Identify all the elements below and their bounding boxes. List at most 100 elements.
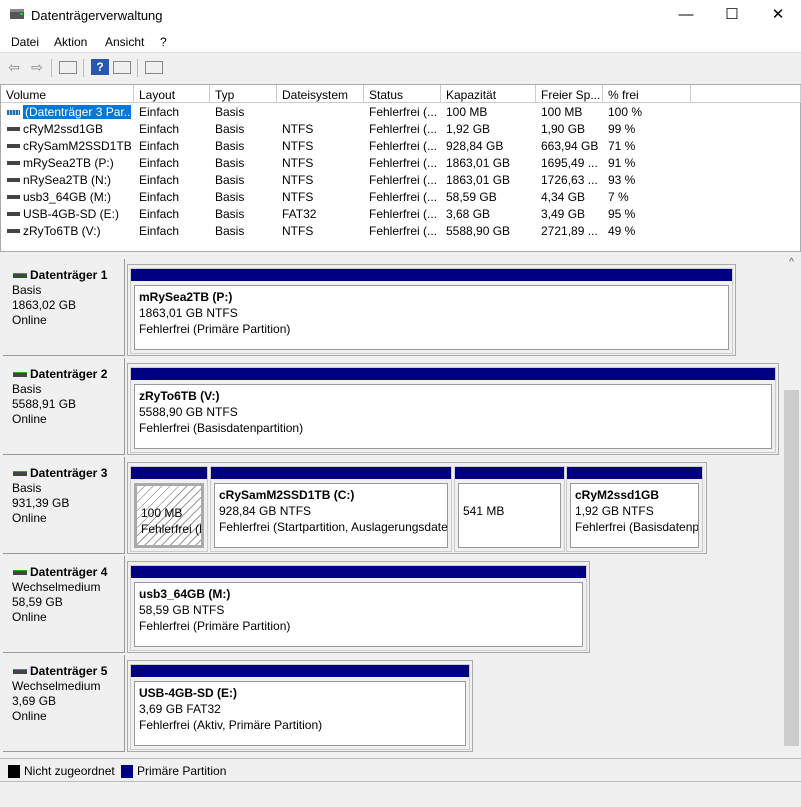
table-cell: Einfach <box>139 156 180 170</box>
table-cell: Einfach <box>139 139 180 153</box>
partition[interactable]: zRyTo6TB (V:) 5588,90 GB NTFS Fehlerfrei (… <box>130 367 776 453</box>
table-cell: Basis <box>215 207 245 221</box>
disk-state: Online <box>12 709 47 723</box>
partition-size: 58,59 GB NTFS <box>139 603 225 617</box>
partition-type-bar <box>131 368 775 380</box>
disk-type: Wechselmedium <box>12 679 101 693</box>
table-cell: Fehlerfrei (... <box>369 190 438 204</box>
partition[interactable]: mRySea2TB (P:) 1863,01 GB NTFS Fehlerfrei … <box>130 268 733 354</box>
forward-arrow-icon[interactable]: ⇨ <box>28 59 46 75</box>
table-cell: 1,90 GB <box>541 122 586 136</box>
partition-body[interactable]: 541 MB <box>458 483 561 548</box>
partition-area: mRySea2TB (P:) 1863,01 GB NTFS Fehlerfrei … <box>127 264 736 356</box>
partition-body[interactable]: usb3_64GB (M:) 58,59 GB NTFS Fehlerfrei (P… <box>134 582 583 647</box>
table-cell: 3,68 GB <box>446 207 491 221</box>
partition-body[interactable]: zRyTo6TB (V:) 5588,90 GB NTFS Fehlerfrei (… <box>134 384 772 449</box>
column-header-6[interactable]: Freier Sp... <box>536 85 603 103</box>
table-cell: Basis <box>215 122 245 136</box>
table-cell: NTFS <box>282 224 314 238</box>
disk-size: 931,39 GB <box>12 496 70 510</box>
disk-type: Basis <box>12 382 42 396</box>
partition-body[interactable]: cRySamM2SSD1TB (C:) 928,84 GB NTFS Fehlerf… <box>214 483 448 548</box>
disk-label[interactable]: Datenträger 5 Wechselmedium 3,69 GB Online <box>3 655 125 752</box>
column-header-3[interactable]: Dateisystem <box>277 85 364 103</box>
action-pane-icon[interactable] <box>113 61 131 74</box>
table-cell: Einfach <box>139 105 180 119</box>
table-cell: NTFS <box>282 122 314 136</box>
disk-label[interactable]: Datenträger 2 Basis 5588,91 GB Online <box>3 358 125 455</box>
partition-status: Fehlerfrei (Startpartition, Auslagerungs… <box>219 520 448 534</box>
disk-label[interactable]: Datenträger 3 Basis 931,39 GB Online <box>3 457 125 554</box>
table-cell: 1863,01 GB <box>446 156 511 170</box>
column-header-0[interactable]: Volume <box>1 85 134 103</box>
menu-help[interactable]: ? <box>160 35 167 49</box>
table-row[interactable]: mRySea2TB (P:) Einfach Basis NTFS Fehlerfrei… <box>1 155 801 172</box>
disk-label[interactable]: Datenträger 1 Basis 1863,02 GB Online <box>3 259 125 356</box>
partition-body[interactable]: USB-4GB-SD (E:) 3,69 GB FAT32 Fehlerfrei (… <box>134 681 466 746</box>
disk-label[interactable]: Datenträger 4 Wechselmedium 58,59 GB Online <box>3 556 125 653</box>
table-row[interactable]: usb3_64GB (M:) Einfach Basis NTFS Fehlerfrei… <box>1 189 801 206</box>
table-row[interactable]: (Datenträger 3 Par... Einfach Basis Fehlerf… <box>1 104 801 121</box>
table-cell: Basis <box>215 190 245 204</box>
table-cell: NTFS <box>282 139 314 153</box>
table-cell: 49 % <box>608 224 636 238</box>
partition-name: zRyTo6TB (V:) <box>139 389 220 403</box>
table-row[interactable]: zRyTo6TB (V:) Einfach Basis NTFS Fehlerfrei … <box>1 223 801 240</box>
menu-bar: Datei Aktion Ansicht ? <box>0 32 801 52</box>
table-row[interactable]: cRyM2ssd1GB Einfach Basis NTFS Fehlerfrei (.… <box>1 121 801 138</box>
disk-state: Online <box>12 511 47 525</box>
table-cell: Basis <box>215 156 245 170</box>
legend-swatch-unallocated <box>8 765 20 778</box>
help-icon[interactable]: ? <box>91 59 109 75</box>
table-cell: Einfach <box>139 224 180 238</box>
table-cell: Einfach <box>139 190 180 204</box>
partition[interactable]: USB-4GB-SD (E:) 3,69 GB FAT32 Fehlerfrei (… <box>130 664 470 750</box>
menu-aktion[interactable]: Aktion <box>54 35 87 49</box>
partition-type-bar <box>131 665 469 677</box>
partition[interactable]: 100 MB Fehlerfrei (EFI-Systempartition) <box>130 466 208 552</box>
partition-status: Fehlerfrei (Basisdatenpartition) <box>575 520 699 534</box>
partition-body[interactable]: mRySea2TB (P:) 1863,01 GB NTFS Fehlerfrei … <box>134 285 729 350</box>
properties-icon[interactable] <box>145 61 163 74</box>
disk-size: 5588,91 GB <box>12 397 77 411</box>
partition-name: cRySamM2SSD1TB (C:) <box>219 488 355 502</box>
disk-row: Datenträger 2 Basis 5588,91 GB Online zRyTo6… <box>3 358 782 455</box>
menu-datei[interactable]: Datei <box>11 35 39 49</box>
back-arrow-icon[interactable]: ⇦ <box>5 59 23 75</box>
partition-body[interactable]: 100 MB Fehlerfrei (EFI-Systempartition) <box>134 483 204 548</box>
volume-list[interactable]: Volume Layout Typ Dateisystem Status Kapazitä… <box>0 84 801 252</box>
table-cell: Einfach <box>139 173 180 187</box>
disk-row: Datenträger 3 Basis 931,39 GB Online 100 MB F… <box>3 457 782 554</box>
close-button[interactable]: ✕ <box>755 0 801 32</box>
partition-body[interactable]: cRyM2ssd1GB 1,92 GB NTFS Fehlerfrei (Basis… <box>570 483 699 548</box>
partition-type-bar <box>211 467 451 479</box>
partition[interactable]: cRyM2ssd1GB 1,92 GB NTFS Fehlerfrei (Basis… <box>566 466 703 552</box>
column-header-5[interactable]: Kapazität <box>441 85 536 103</box>
minimize-button[interactable]: — <box>663 0 709 32</box>
partition[interactable]: 541 MB <box>454 466 565 552</box>
maximize-button[interactable]: ☐ <box>709 0 755 32</box>
table-row[interactable]: USB-4GB-SD (E:) Einfach Basis FAT32 Fehlerfr… <box>1 206 801 223</box>
column-header-4[interactable]: Status <box>364 85 441 103</box>
column-header-2[interactable]: Typ <box>210 85 277 103</box>
column-header-7[interactable]: % frei <box>603 85 691 103</box>
menu-ansicht[interactable]: Ansicht <box>105 35 144 49</box>
scrollbar-thumb[interactable] <box>784 390 799 746</box>
vertical-scrollbar[interactable]: ^ <box>782 254 801 756</box>
partition[interactable]: usb3_64GB (M:) 58,59 GB NTFS Fehlerfrei (P… <box>130 565 587 651</box>
table-cell: Einfach <box>139 122 180 136</box>
table-row[interactable]: nRySea2TB (N:) Einfach Basis NTFS Fehlerfrei… <box>1 172 801 189</box>
table-row[interactable]: cRySamM2SSD1TB... Einfach Basis NTFS Fehlerf… <box>1 138 801 155</box>
table-cell: cRySamM2SSD1TB... <box>23 139 131 153</box>
disk-name: Datenträger 3 <box>12 466 124 481</box>
scroll-up-arrow-icon[interactable]: ^ <box>782 257 801 268</box>
table-cell: 5588,90 GB <box>446 224 511 238</box>
disk-management-icon <box>10 9 24 19</box>
table-cell: 1695,49 ... <box>541 156 598 170</box>
disk-size: 1863,02 GB <box>12 298 77 312</box>
partition-type-bar <box>131 467 207 479</box>
console-tree-icon[interactable] <box>59 61 77 74</box>
column-header-1[interactable]: Layout <box>134 85 210 103</box>
table-cell: zRyTo6TB (V:) <box>23 224 101 238</box>
partition[interactable]: cRySamM2SSD1TB (C:) 928,84 GB NTFS Fehlerf… <box>210 466 452 552</box>
